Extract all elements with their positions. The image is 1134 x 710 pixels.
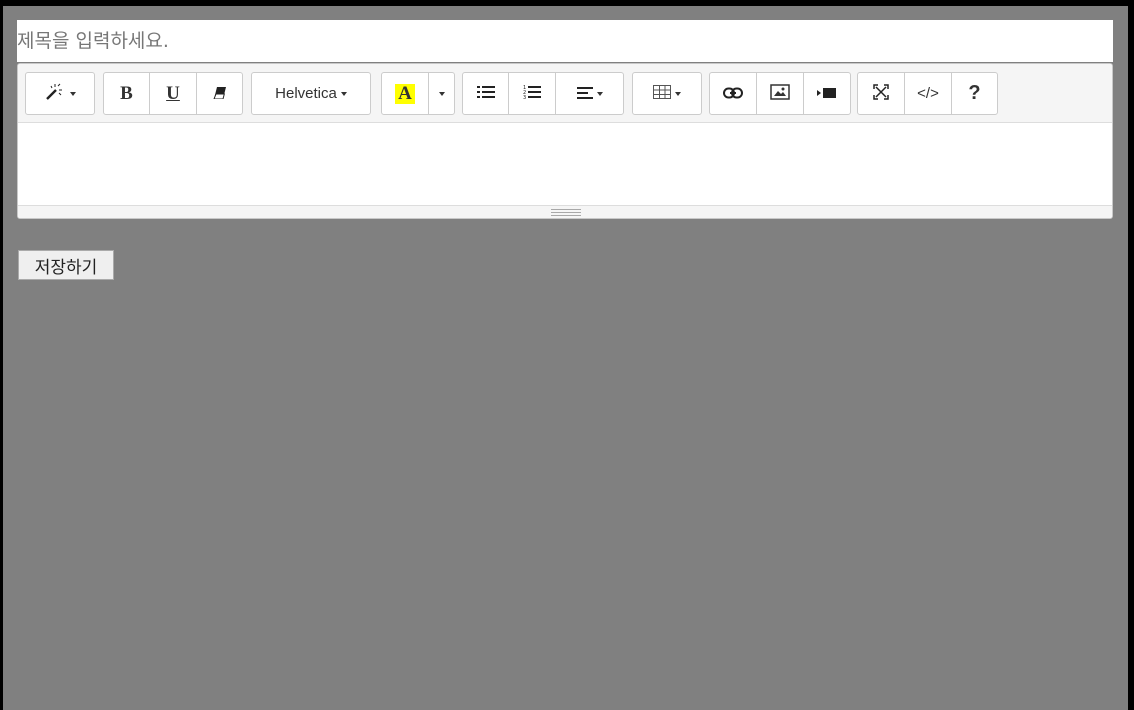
- resize-grip-icon: [551, 209, 581, 216]
- table-icon: [653, 85, 671, 102]
- help-icon: ?: [968, 82, 981, 104]
- editor-content-area[interactable]: [18, 123, 1112, 205]
- align-left-icon: [576, 86, 593, 102]
- clear-format-button[interactable]: [196, 72, 243, 115]
- video-button[interactable]: [803, 72, 851, 115]
- chevron-down-icon: [675, 91, 681, 96]
- unordered-list-icon: [476, 85, 495, 102]
- chevron-down-icon: [70, 91, 76, 96]
- table-group: [632, 72, 702, 115]
- rich-text-editor: B U Helvetica A 1 2 3 </> ?: [17, 63, 1113, 219]
- editor-resize-bar[interactable]: [18, 205, 1112, 218]
- color-dropdown-button[interactable]: [428, 72, 455, 115]
- font-style-group: B U: [103, 72, 243, 115]
- save-button[interactable]: 저장하기: [18, 250, 114, 280]
- color-group: A: [381, 72, 455, 115]
- link-icon: [723, 86, 743, 102]
- video-icon: [817, 86, 837, 102]
- picture-button[interactable]: [756, 72, 804, 115]
- fullscreen-button[interactable]: [857, 72, 905, 115]
- underline-button[interactable]: U: [149, 72, 197, 115]
- title-input[interactable]: [17, 20, 1113, 62]
- underline-icon: U: [166, 82, 180, 104]
- chevron-down-icon: [596, 91, 603, 96]
- font-name-dropdown[interactable]: Helvetica: [251, 72, 371, 115]
- bold-icon: B: [120, 82, 133, 104]
- svg-text:3: 3: [523, 95, 526, 100]
- magic-icon: [44, 83, 66, 104]
- page-background: B U Helveti: [3, 6, 1128, 710]
- editor-toolbar: B U Helvetica A 1 2 3 </> ?: [18, 64, 1112, 123]
- fullscreen-icon: [873, 84, 889, 103]
- picture-icon: [770, 84, 790, 103]
- unordered-list-button[interactable]: [462, 72, 509, 115]
- view-group: </> ?: [857, 72, 998, 115]
- help-button[interactable]: ?: [951, 72, 998, 115]
- style-group: [25, 72, 95, 115]
- code-view-icon: </>: [917, 85, 939, 102]
- paragraph-group: 1 2 3: [462, 72, 624, 115]
- eraser-icon: [212, 86, 227, 102]
- style-dropdown-button[interactable]: [25, 72, 95, 115]
- fore-color-button[interactable]: A: [381, 72, 429, 115]
- chevron-down-icon: [438, 91, 445, 96]
- chevron-down-icon: [340, 91, 347, 96]
- table-dropdown-button[interactable]: [632, 72, 702, 115]
- code-view-button[interactable]: </>: [904, 72, 952, 115]
- font-color-icon: A: [395, 83, 415, 104]
- font-name-group: Helvetica: [251, 72, 371, 115]
- ordered-list-icon: 1 2 3: [523, 84, 541, 103]
- insert-group: [709, 72, 851, 115]
- font-name-label: Helvetica: [275, 85, 337, 102]
- ordered-list-button[interactable]: 1 2 3: [508, 72, 556, 115]
- bold-button[interactable]: B: [103, 72, 150, 115]
- link-button[interactable]: [709, 72, 757, 115]
- align-dropdown-button[interactable]: [555, 72, 624, 115]
